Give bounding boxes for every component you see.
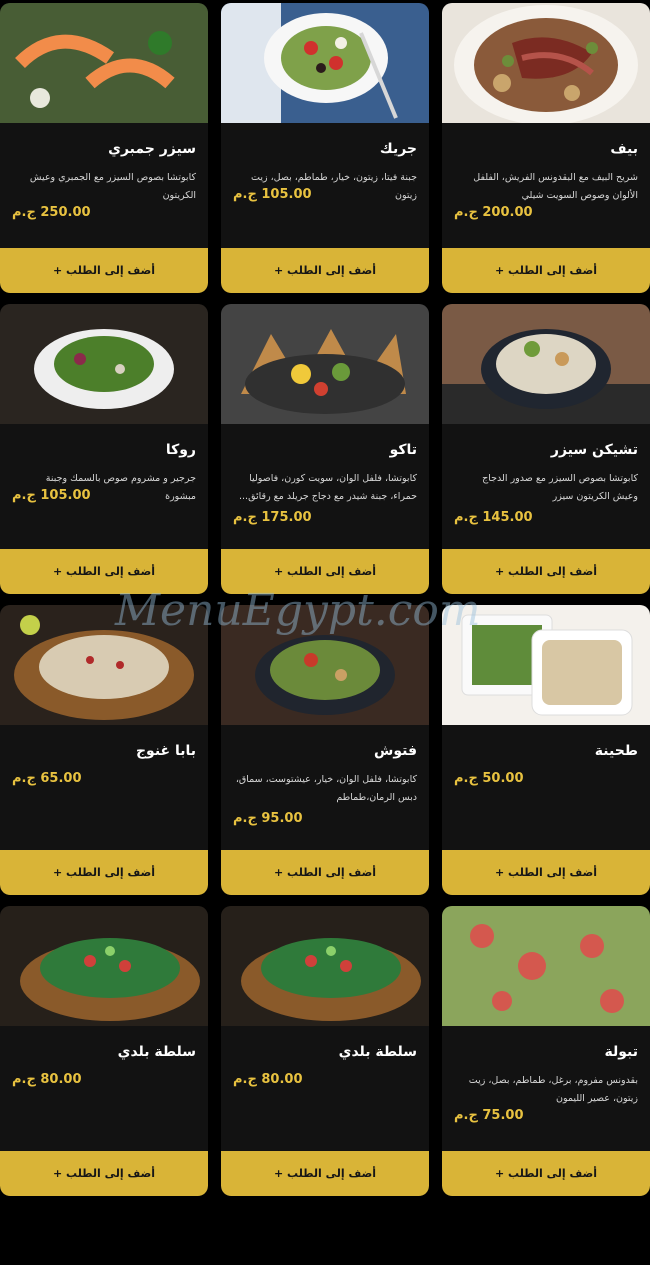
menu-card: جريك جبنة فيتا، زيتون، خيار، طماطم، بصل،… xyxy=(221,3,429,293)
add-to-order-button[interactable]: أضف إلى الطلب + xyxy=(0,248,208,293)
add-to-order-button[interactable]: أضف إلى الطلب + xyxy=(442,549,650,594)
dish-description: كابوتشا بصوص السيزر مع صدور الدجاج وعيش … xyxy=(482,473,638,502)
add-to-order-button[interactable]: أضف إلى الطلب + xyxy=(221,1151,429,1196)
dish-description: شريح البيف مع البقدونس الفريش، الفلفل ال… xyxy=(473,172,638,201)
add-to-order-button[interactable]: أضف إلى الطلب + xyxy=(221,549,429,594)
dish-price: 250.00 ج.م xyxy=(12,205,91,220)
dish-description: بقدونس مفروم، برغل، طماطم، بصل، زيت زيتو… xyxy=(468,1075,638,1104)
menu-card: تاكو كابوتشا، فلفل الوان، سويت كورن، فاص… xyxy=(221,304,429,594)
dish-price: 80.00 ج.م xyxy=(12,1072,82,1087)
add-to-order-button[interactable]: أضف إلى الطلب + xyxy=(221,850,429,895)
dish-name: بابا غنوج xyxy=(135,743,196,759)
dish-price: 175.00 ج.م xyxy=(233,510,312,525)
dish-name: تشيكن سيزر xyxy=(550,442,638,458)
dish-price: 145.00 ج.م xyxy=(454,510,533,525)
menu-card: تشيكن سيزر كابوتشا بصوص السيزر مع صدور ا… xyxy=(442,304,650,594)
add-to-order-button[interactable]: أضف إلى الطلب + xyxy=(442,850,650,895)
dish-photo-beef xyxy=(442,3,650,123)
dish-photo-baladi xyxy=(0,906,208,1026)
dish-name: طحينة xyxy=(594,743,638,759)
dish-name: تبولة xyxy=(604,1044,639,1060)
dish-photo-tabbouleh xyxy=(442,906,650,1026)
menu-card: روكا جرجير و مشروم صوص بالسمك وجبنة مبشو… xyxy=(0,304,208,594)
dish-name: روكا xyxy=(165,442,196,458)
dish-name: سيزر جمبري xyxy=(108,141,196,157)
dish-price: 80.00 ج.م xyxy=(233,1072,303,1087)
menu-card: سيزر جمبري كابوتشا بصوص السيزر مع الجمبر… xyxy=(0,3,208,293)
dish-description: كابوتشا، فلفل الوان، خيار، عيشتوست، سماق… xyxy=(235,774,417,803)
dish-price: 75.00 ج.م xyxy=(454,1108,524,1123)
dish-photo-greek xyxy=(221,3,429,123)
dish-description: كابوتشا، فلفل الوان، سويت كورن، فاصوليا … xyxy=(239,473,417,502)
dish-photo-tahini xyxy=(442,605,650,725)
dish-name: جريك xyxy=(379,141,417,157)
add-to-order-button[interactable]: أضف إلى الطلب + xyxy=(221,248,429,293)
dish-price: 200.00 ج.م xyxy=(454,205,533,220)
menu-card: فتوش كابوتشا، فلفل الوان، خيار، عيشتوست،… xyxy=(221,605,429,895)
menu-grid: بيف شريح البيف مع البقدونس الفريش، الفلف… xyxy=(0,0,650,1196)
dish-photo-shrimp xyxy=(0,3,208,123)
dish-name: فتوش xyxy=(374,743,417,759)
dish-name: سلطة بلدي xyxy=(338,1044,417,1060)
dish-photo-roka xyxy=(0,304,208,424)
menu-card: طحينة 50.00 ج.م أضف إلى الطلب + xyxy=(442,605,650,895)
dish-price: 50.00 ج.م xyxy=(454,771,524,786)
add-to-order-button[interactable]: أضف إلى الطلب + xyxy=(0,1151,208,1196)
dish-price: 105.00 ج.م xyxy=(12,488,91,503)
add-to-order-button[interactable]: أضف إلى الطلب + xyxy=(0,850,208,895)
add-to-order-button[interactable]: أضف إلى الطلب + xyxy=(0,549,208,594)
dish-price: 105.00 ج.م xyxy=(233,187,312,202)
menu-card: بابا غنوج 65.00 ج.م أضف إلى الطلب + xyxy=(0,605,208,895)
menu-card: سلطة بلدي 80.00 ج.م أضف إلى الطلب + xyxy=(0,906,208,1196)
menu-card: بيف شريح البيف مع البقدونس الفريش، الفلف… xyxy=(442,3,650,293)
dish-photo-chicken xyxy=(442,304,650,424)
dish-description: كابوتشا بصوص السيزر مع الجمبري وعيش الكر… xyxy=(29,172,196,201)
dish-name: سلطة بلدي xyxy=(117,1044,196,1060)
dish-price: 95.00 ج.م xyxy=(233,811,303,826)
menu-card: تبولة بقدونس مفروم، برغل، طماطم، بصل، زي… xyxy=(442,906,650,1196)
dish-price: 65.00 ج.م xyxy=(12,771,82,786)
dish-photo-fattoush xyxy=(221,605,429,725)
dish-photo-baba-ghanoush xyxy=(0,605,208,725)
dish-photo-baladi xyxy=(221,906,429,1026)
add-to-order-button[interactable]: أضف إلى الطلب + xyxy=(442,1151,650,1196)
dish-photo-taco xyxy=(221,304,429,424)
add-to-order-button[interactable]: أضف إلى الطلب + xyxy=(442,248,650,293)
dish-name: بيف xyxy=(610,141,638,157)
dish-name: تاكو xyxy=(389,442,417,458)
menu-card: سلطة بلدي 80.00 ج.م أضف إلى الطلب + xyxy=(221,906,429,1196)
